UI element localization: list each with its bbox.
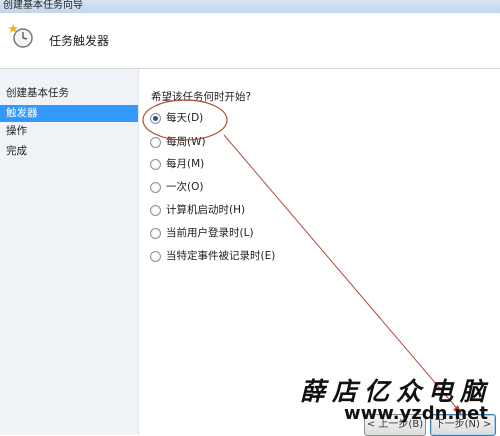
- watermark-url: www.yzdn.net: [344, 403, 488, 424]
- window-title-bar: 创建基本任务向导: [0, 0, 500, 13]
- sidebar-item-action[interactable]: 操作: [0, 123, 138, 140]
- radio-button[interactable]: [150, 159, 161, 170]
- sidebar-item-finish[interactable]: 完成: [0, 143, 138, 160]
- wizard-step-sidebar: 创建基本任务 触发器 操作 完成: [0, 69, 139, 435]
- radio-button[interactable]: [150, 205, 161, 216]
- radio-button[interactable]: [150, 251, 161, 262]
- sidebar-item-trigger[interactable]: 触发器: [0, 105, 138, 122]
- radio-label: 当前用户登录时(L): [166, 227, 254, 239]
- sidebar-item-label: 完成: [6, 145, 27, 157]
- sidebar-item-label: 操作: [6, 125, 27, 137]
- annotation-arrow-line: [223, 134, 461, 413]
- radio-label: 一次(O): [166, 181, 204, 193]
- radio-button[interactable]: [150, 137, 161, 148]
- radio-label: 每月(M): [166, 158, 205, 170]
- page-title: 任务触发器: [49, 34, 110, 48]
- sidebar-item-label: 创建基本任务: [6, 87, 69, 99]
- window-title: 创建基本任务向导: [3, 0, 83, 11]
- radio-button[interactable]: [150, 182, 161, 193]
- radio-label: 当特定事件被记录时(E): [166, 250, 276, 262]
- radio-label: 每周(W): [166, 136, 206, 148]
- sidebar-item-create-basic-task[interactable]: 创建基本任务: [0, 85, 138, 102]
- radio-button[interactable]: [150, 228, 161, 239]
- radio-label: 每天(D): [166, 112, 204, 124]
- radio-label: 计算机启动时(H): [166, 204, 246, 216]
- trigger-question: 希望该任务何时开始?: [151, 91, 252, 103]
- sidebar-item-label: 触发器: [6, 107, 38, 119]
- radio-button-checked[interactable]: [150, 113, 161, 124]
- clock-icon: [8, 23, 33, 48]
- wizard-header: 任务触发器: [0, 13, 500, 69]
